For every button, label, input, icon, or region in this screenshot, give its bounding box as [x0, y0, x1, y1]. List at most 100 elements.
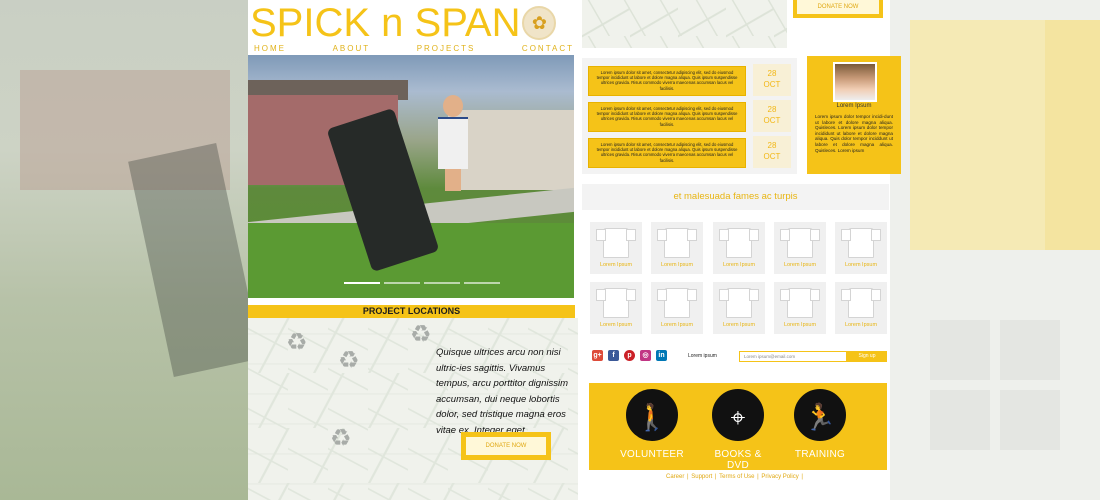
- project-locations-heading: PROJECT LOCATIONS: [248, 305, 575, 318]
- cta-panel: 🚶 VOLUNTEER ⌖ BOOKS & DVD 🏃 TRAINING: [589, 383, 887, 471]
- training-label: TRAINING: [794, 449, 846, 460]
- project-quote: Quisque ultrices arcu non nisi ultric-ie…: [436, 347, 568, 436]
- hero-slider[interactable]: [248, 55, 574, 298]
- merch-label: Lorem Ipsum: [660, 262, 694, 268]
- map-strip: [582, 0, 787, 48]
- merch-item[interactable]: Lorem Ipsum: [651, 222, 703, 274]
- nav-contact[interactable]: CONTACT: [522, 44, 574, 53]
- nav-about[interactable]: ABOUT: [333, 44, 371, 53]
- slider-dot-3[interactable]: [424, 282, 460, 284]
- footer-link-terms[interactable]: Terms of Use: [719, 474, 754, 480]
- event-day: 28: [767, 69, 777, 78]
- tshirt-icon: [719, 228, 759, 258]
- recycle-icon[interactable]: ♻: [410, 320, 432, 349]
- nav-projects[interactable]: PROJECTS: [417, 44, 476, 53]
- email-input[interactable]: Lorem ipsum@email.com: [739, 351, 847, 362]
- merch-item[interactable]: Lorem Ipsum: [835, 222, 887, 274]
- kid-shirt: [438, 119, 468, 169]
- merch-label: Lorem Ipsum: [783, 322, 817, 328]
- newsletter-label: Lorem ipsum: [688, 353, 717, 359]
- volunteer-label: VOLUNTEER: [620, 449, 684, 460]
- merch-label: Lorem Ipsum: [722, 322, 756, 328]
- nav-home[interactable]: HOME: [254, 44, 286, 53]
- hero-kid: [438, 95, 468, 245]
- background-shirt: [1000, 390, 1060, 450]
- background-left: [0, 0, 262, 500]
- merch-label: Lorem Ipsum: [722, 262, 756, 268]
- event-item[interactable]: Lorem ipsum dolor sit amet, consectetur …: [588, 138, 746, 168]
- event-item[interactable]: Lorem ipsum dolor sit amet, consectetur …: [588, 102, 746, 132]
- volunteer-cta[interactable]: 🚶 VOLUNTEER: [617, 387, 687, 467]
- site-logo[interactable]: SPICK n SPAN ✿: [250, 1, 557, 45]
- slider-dot-1[interactable]: [344, 282, 380, 284]
- background-yellow-block-2: [1045, 20, 1100, 250]
- merch-label: Lorem Ipsum: [844, 262, 878, 268]
- training-cta[interactable]: 🏃 TRAINING: [785, 387, 855, 467]
- person-icon: 🚶: [624, 387, 680, 443]
- profile-card: Lorem Ipsum Lorem ipsum dolor tempor inc…: [807, 56, 901, 174]
- merch-heading: et malesuada fames ac turpis: [582, 184, 889, 210]
- merch-item[interactable]: Lorem Ipsum: [590, 282, 642, 334]
- instagram-icon[interactable]: ◎: [640, 350, 651, 361]
- tshirt-icon: [657, 228, 697, 258]
- main-nav: HOME ABOUT PROJECTS CONTACT: [254, 44, 574, 53]
- merch-item[interactable]: Lorem Ipsum: [651, 282, 703, 334]
- slider-dot-4[interactable]: [464, 282, 500, 284]
- merch-label: Lorem Ipsum: [844, 322, 878, 328]
- tshirt-icon: [841, 288, 881, 318]
- events-list: Lorem ipsum dolor sit amet, consectetur …: [582, 58, 797, 174]
- profile-name: Lorem Ipsum: [836, 103, 872, 109]
- event-item[interactable]: Lorem ipsum dolor sit amet, consectetur …: [588, 66, 746, 96]
- slider-dot-2[interactable]: [384, 282, 420, 284]
- footer-link-support[interactable]: Support: [691, 474, 712, 480]
- merch-label: Lorem Ipsum: [783, 262, 817, 268]
- recycle-icon[interactable]: ♻: [286, 328, 308, 357]
- merch-item[interactable]: Lorem Ipsum: [835, 282, 887, 334]
- recycle-icon[interactable]: ♻: [338, 346, 360, 375]
- background-right: [890, 0, 1100, 500]
- profile-bio: Lorem ipsum dolor tempor incidi-dunt ut …: [815, 114, 893, 153]
- signup-button[interactable]: Sign up: [847, 351, 887, 362]
- map-pin-icon: ⌖: [710, 387, 766, 443]
- event-month: OCT: [763, 116, 781, 125]
- tshirt-icon: [719, 288, 759, 318]
- footer-link-privacy[interactable]: Privacy Policy: [761, 474, 798, 480]
- donate-button[interactable]: DONATE NOW: [461, 432, 551, 460]
- background-shirt: [930, 320, 990, 380]
- footer-links: Career | Support | Terms of Use | Privac…: [666, 474, 803, 480]
- event-day: 28: [767, 105, 777, 114]
- pinterest-icon[interactable]: p: [624, 350, 635, 361]
- tshirt-icon: [780, 228, 820, 258]
- recycle-icon[interactable]: ♻: [330, 424, 352, 453]
- tshirt-icon: [657, 288, 697, 318]
- event-date: 28 OCT: [753, 64, 791, 96]
- event-day: 28: [767, 141, 777, 150]
- merch-label: Lorem Ipsum: [660, 322, 694, 328]
- profile-photo: [833, 62, 877, 102]
- slider-dots: [344, 282, 500, 284]
- runner-icon: 🏃: [792, 387, 848, 443]
- books-dvd-cta[interactable]: ⌖ BOOKS & DVD: [703, 387, 773, 471]
- merch-item[interactable]: Lorem Ipsum: [774, 222, 826, 274]
- social-newsletter-row: g+ f p ◎ in Lorem ipsum Lorem ipsum@emai…: [588, 348, 888, 364]
- merch-item[interactable]: Lorem Ipsum: [590, 222, 642, 274]
- project-locations-map: ♻ ♻ ♻ ♻ Quisque ultrices arcu non nisi u…: [248, 318, 578, 500]
- footer-link-career[interactable]: Career: [666, 474, 684, 480]
- merch-label: Lorem Ipsum: [599, 262, 633, 268]
- tshirt-icon: [841, 228, 881, 258]
- top-donate-button[interactable]: DONATE NOW: [793, 0, 883, 18]
- books-dvd-label: BOOKS & DVD: [714, 449, 762, 471]
- background-bin: [128, 143, 262, 377]
- linkedin-icon[interactable]: in: [656, 350, 667, 361]
- merch-item[interactable]: Lorem Ipsum: [774, 282, 826, 334]
- google-plus-icon[interactable]: g+: [592, 350, 603, 361]
- merch-item[interactable]: Lorem Ipsum: [713, 222, 765, 274]
- merch-item[interactable]: Lorem Ipsum: [713, 282, 765, 334]
- event-month: OCT: [763, 80, 781, 89]
- event-month: OCT: [763, 152, 781, 161]
- facebook-icon[interactable]: f: [608, 350, 619, 361]
- event-date: 28 OCT: [753, 100, 791, 132]
- tshirt-icon: [596, 288, 636, 318]
- donate-button-label: DONATE NOW: [465, 436, 547, 456]
- logo-emblem-icon: ✿: [522, 6, 557, 40]
